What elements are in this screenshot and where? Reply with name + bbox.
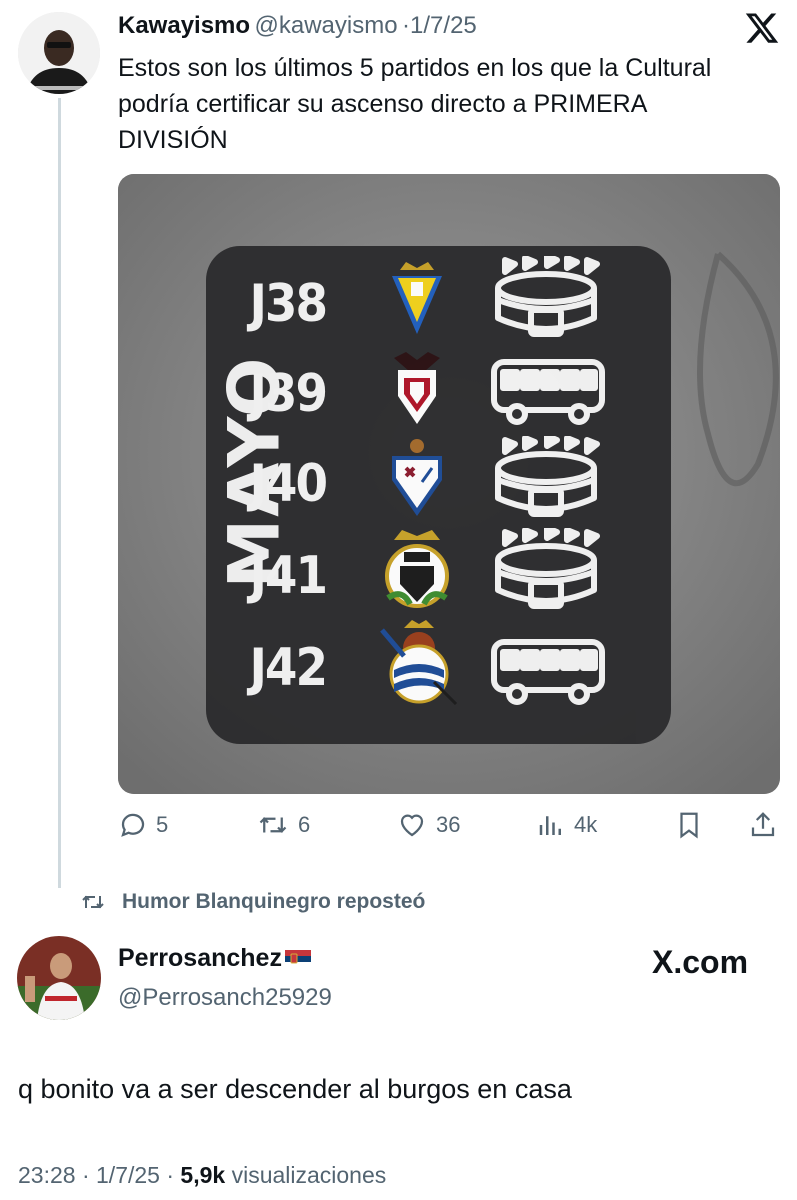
bus-icon (491, 359, 605, 425)
repost-count: 6 (298, 812, 311, 837)
author-handle[interactable]: @kawayismo (255, 12, 398, 39)
reply-author-name[interactable]: Perrosanchez (118, 944, 282, 973)
repost-icon (259, 817, 287, 833)
round-label: J39 (249, 364, 329, 424)
avatar-image (17, 936, 101, 1020)
reply-author-handle[interactable]: @Perrosanch25929 (118, 984, 332, 1012)
tweet-date[interactable]: 1/7/25 (96, 1162, 160, 1188)
stadium-icon (495, 256, 600, 337)
reply-button[interactable]: 5 (118, 810, 168, 840)
views-count: 5,9k (180, 1162, 226, 1188)
tweet-date[interactable]: 1/7/25 (410, 12, 477, 39)
stadium-icon (495, 436, 600, 517)
fixtures-card: MAYO J38 J39 J40 J41 J42 (206, 246, 671, 744)
real-sociedad-b-crest-icon (380, 620, 458, 706)
meta-separator: · (81, 1162, 90, 1188)
views-count: 4k (574, 812, 598, 837)
views-label: visualizaciones (231, 1162, 387, 1188)
share-icon (751, 812, 775, 837)
tweet-action-bar: 5 6 36 4k (118, 810, 783, 844)
heart-icon (400, 814, 424, 837)
bookmark-button[interactable] (674, 810, 712, 840)
like-button[interactable]: 36 (396, 810, 460, 840)
burgos-crest-icon (385, 530, 449, 608)
reply-icon (121, 813, 145, 837)
reply-tweet-text: q bonito va a ser descender al burgos en… (18, 1074, 572, 1104)
meta-separator: · (166, 1162, 175, 1188)
tweet-time[interactable]: 23:28 (18, 1162, 76, 1188)
repost-icon (82, 895, 104, 909)
repost-button[interactable]: 6 (256, 810, 310, 840)
quoted-header: Kawayismo @kawayismo ·1/7/25 (118, 12, 477, 40)
stadium-icon (495, 528, 600, 609)
reply-count: 5 (156, 812, 169, 837)
round-label: J41 (249, 546, 329, 606)
round-label: J42 (249, 638, 329, 698)
albacete-crest-icon (394, 352, 440, 424)
cadiz-crest-icon (392, 262, 442, 334)
tweet-image[interactable]: MAYO J38 J39 J40 J41 J42 (118, 174, 780, 794)
bus-icon (491, 639, 605, 705)
x-com-watermark: X.com (652, 944, 749, 980)
author-avatar[interactable] (18, 12, 100, 94)
repost-notice[interactable]: Humor Blanquinegro reposteó (78, 890, 425, 914)
quoted-tweet-text: Estos son los últimos 5 partidos en los … (118, 54, 712, 154)
author-name[interactable]: Kawayismo (118, 12, 250, 39)
thread-line (58, 98, 61, 888)
analytics-icon (539, 816, 561, 835)
bookmark-icon (680, 812, 698, 839)
header-separator: · (402, 12, 411, 39)
share-button[interactable] (748, 810, 786, 840)
repost-notice-text: Humor Blanquinegro reposteó (122, 890, 426, 913)
avatar-image (18, 12, 100, 94)
round-label: J40 (249, 454, 329, 514)
reply-header: Perrosanchez (118, 944, 311, 973)
x-logo-icon[interactable] (744, 10, 780, 46)
like-count: 36 (436, 812, 461, 837)
reply-author-avatar[interactable] (17, 936, 101, 1020)
round-label: J38 (249, 274, 329, 334)
serbia-flag-icon (284, 949, 311, 968)
eibar-crest-icon (392, 439, 442, 516)
reply-meta: 23:28 · 1/7/25 · 5,9k visualizaciones (18, 1162, 386, 1189)
views-button[interactable]: 4k (536, 810, 597, 840)
